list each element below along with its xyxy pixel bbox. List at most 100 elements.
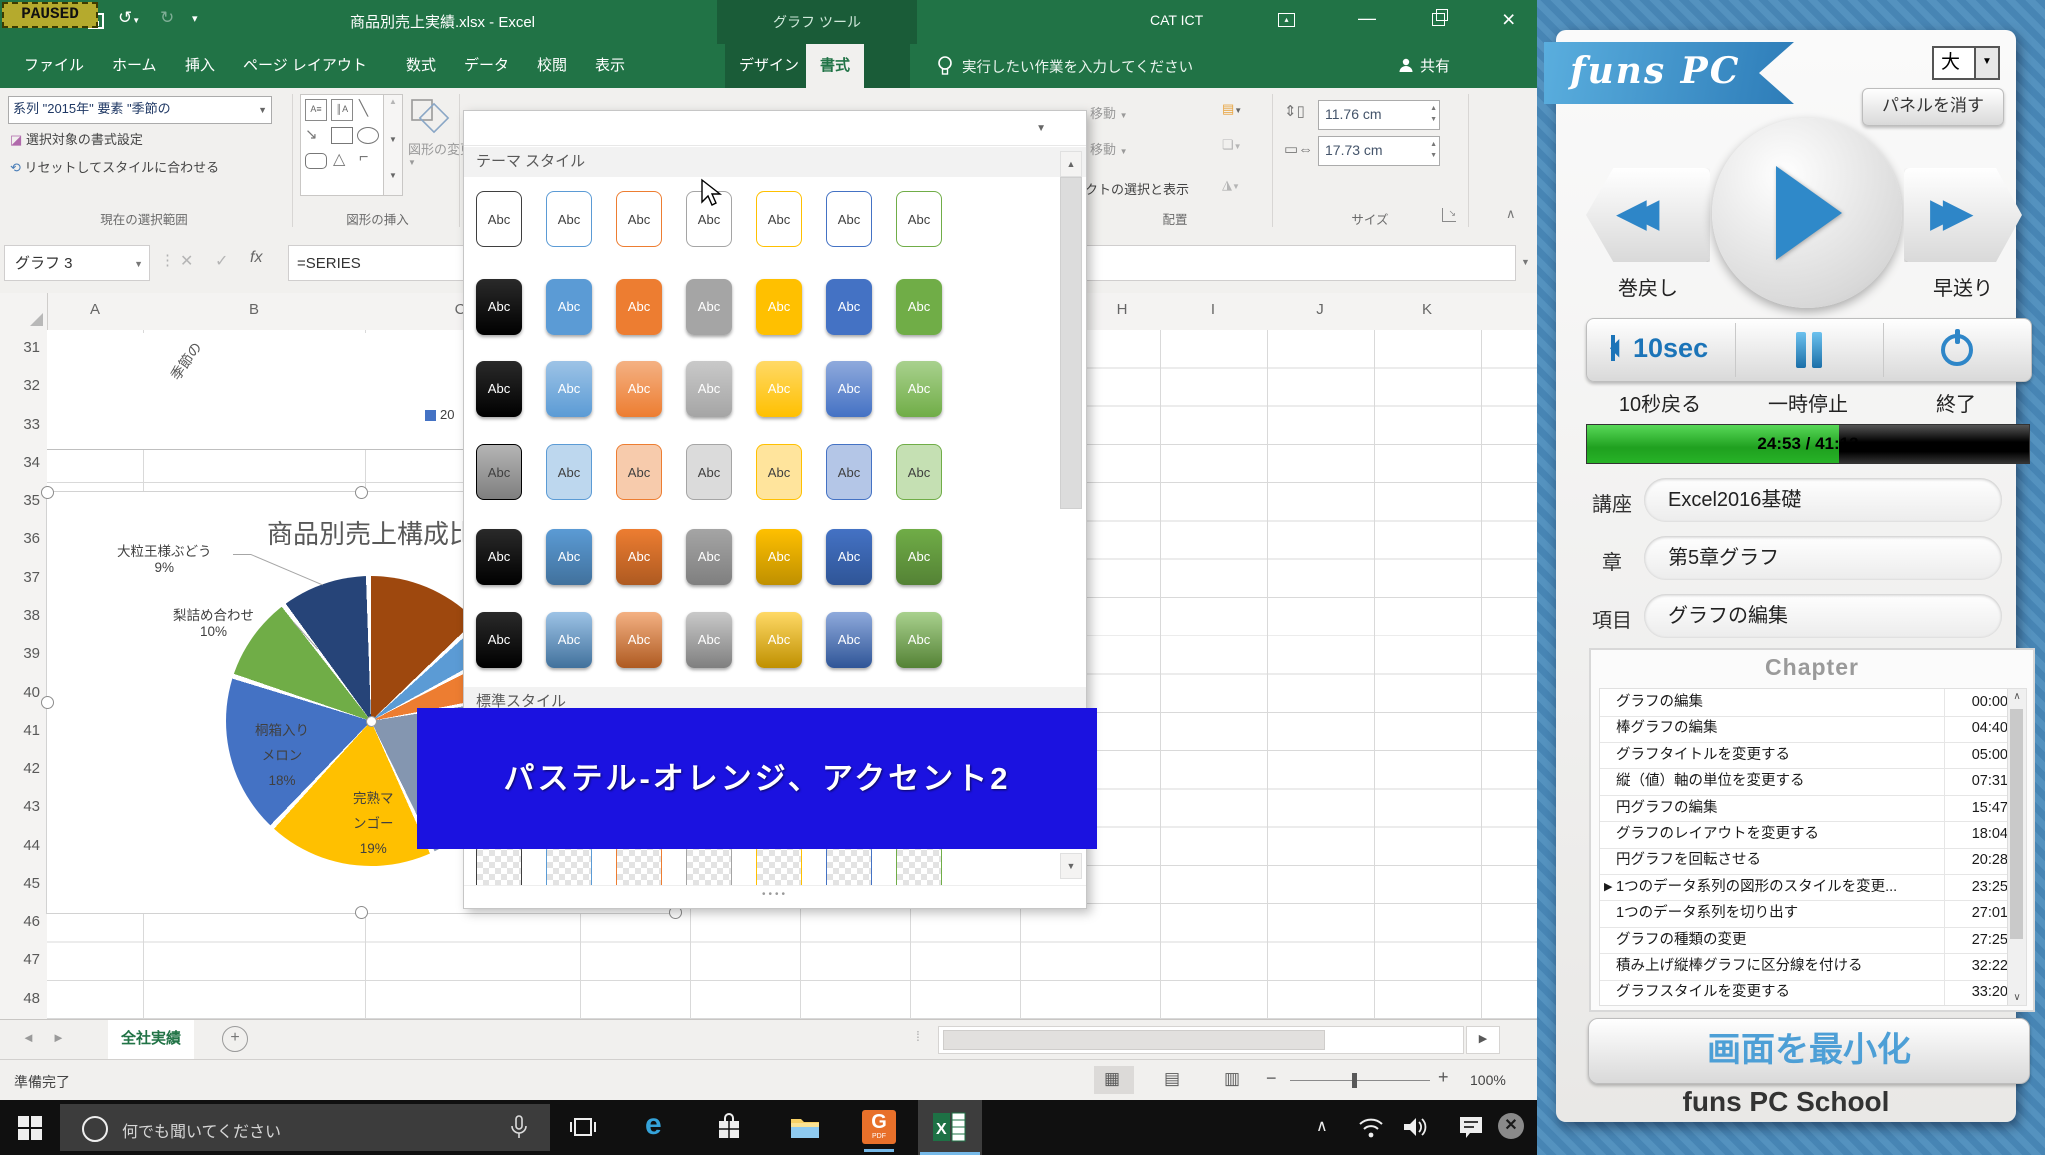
view-page-break-icon[interactable]: ▥: [1224, 1069, 1240, 1089]
hide-panel-button[interactable]: パネルを消す: [1862, 88, 2004, 126]
style-swatch-r2-c2[interactable]: Abc: [546, 279, 592, 335]
new-sheet-button[interactable]: +: [222, 1026, 248, 1052]
style-swatch-r1-c3[interactable]: Abc: [616, 191, 662, 247]
gallery-scroll-up[interactable]: ▲: [1060, 151, 1082, 177]
row-header-48[interactable]: 48: [0, 990, 40, 1007]
sheet-tab-active[interactable]: 全社実績: [108, 1020, 194, 1062]
cortana-search-box[interactable]: 何でも聞いてください: [60, 1104, 550, 1151]
name-box-dropdown-icon[interactable]: ▼: [134, 246, 143, 282]
style-swatch-r4-c2[interactable]: Abc: [546, 444, 592, 500]
chart-handle-topmid[interactable]: [355, 486, 368, 499]
insert-function-icon[interactable]: fx: [250, 249, 262, 267]
chapter-row-7[interactable]: ▶1つのデータ系列の図形のスタイルを変更...23:25: [1600, 874, 2016, 902]
chart-handle-topleft[interactable]: [41, 486, 54, 499]
pause-button[interactable]: [1735, 319, 1883, 381]
style-swatch-r3-c5[interactable]: Abc: [756, 361, 802, 417]
column-header-K[interactable]: K: [1422, 301, 1432, 318]
action-center-icon[interactable]: [1458, 1114, 1484, 1145]
chapter-row-2[interactable]: グラフタイトルを変更する05:00: [1600, 742, 2016, 770]
style-swatch-r2-c1[interactable]: Abc: [476, 279, 522, 335]
chapter-scroll-down-icon[interactable]: ∨: [2008, 992, 2026, 1003]
restore-button[interactable]: [1432, 13, 1445, 26]
style-swatch-r3-c1[interactable]: Abc: [476, 361, 522, 417]
tellme-box[interactable]: 実行したい作業を入力してください: [962, 56, 1193, 77]
tray-close-icon[interactable]: ✕: [1498, 1113, 1524, 1139]
chapter-row-10[interactable]: 積み上げ縦棒グラフに区分線を付ける32:22: [1600, 953, 2016, 981]
style-swatch-r4-c5[interactable]: Abc: [756, 444, 802, 500]
sheet-nav-right-icon[interactable]: ►: [52, 1030, 65, 1045]
column-header-I[interactable]: I: [1211, 301, 1215, 318]
row-header-35[interactable]: 35: [0, 492, 40, 509]
tab-5[interactable]: データ: [450, 44, 523, 88]
row-header-46[interactable]: 46: [0, 913, 40, 930]
style-swatch-r3-c2[interactable]: Abc: [546, 361, 592, 417]
chapter-scroll-thumb[interactable]: [2010, 709, 2023, 939]
chapter-row-3[interactable]: 縦（値）軸の単位を変更する07:31: [1600, 768, 2016, 796]
chapter-row-6[interactable]: 円グラフを回転させる20:28: [1600, 847, 2016, 875]
row-header-41[interactable]: 41: [0, 722, 40, 739]
style-swatch-r5-c2[interactable]: Abc: [546, 529, 592, 585]
style-swatch-r6-c4[interactable]: Abc: [686, 612, 732, 668]
column-header-J[interactable]: J: [1316, 301, 1324, 318]
minimize-screen-button[interactable]: 画面を最小化: [1588, 1018, 2030, 1084]
style-swatch-r1-c1[interactable]: Abc: [476, 191, 522, 247]
column-header-H[interactable]: H: [1117, 301, 1128, 318]
qat-customize-icon[interactable]: ▾: [192, 12, 198, 25]
chapter-row-4[interactable]: 円グラフの編集15:47: [1600, 795, 2016, 823]
edge-icon[interactable]: e: [645, 1108, 662, 1142]
chapter-row-1[interactable]: 棒グラフの編集04:40: [1600, 715, 2016, 743]
chapter-scrollbar[interactable]: ∧ ∨: [2007, 689, 2026, 1005]
row-header-47[interactable]: 47: [0, 951, 40, 968]
style-swatch-r4-c3[interactable]: Abc: [616, 444, 662, 500]
style-swatch-r2-c5[interactable]: Abc: [756, 279, 802, 335]
tab-2[interactable]: 挿入: [171, 44, 229, 88]
chart-handle-bottommid[interactable]: [355, 906, 368, 919]
horizontal-scrollbar[interactable]: [938, 1026, 1464, 1054]
zoom-percent[interactable]: 100%: [1470, 1072, 1506, 1088]
ribbon-display-options-icon[interactable]: ▴: [1278, 13, 1295, 27]
pdf-app-icon[interactable]: GPDF: [862, 1110, 896, 1144]
size-dialog-launcher[interactable]: ↘: [1442, 208, 1456, 222]
hscroll-thumb[interactable]: [943, 1030, 1325, 1050]
excel-taskbar-active[interactable]: X: [918, 1100, 982, 1155]
file-explorer-icon[interactable]: [790, 1115, 820, 1144]
tab-4[interactable]: 数式: [392, 44, 450, 88]
style-swatch-r4-c6[interactable]: Abc: [826, 444, 872, 500]
style-swatch-r2-c6[interactable]: Abc: [826, 279, 872, 335]
style-swatch-r2-c4[interactable]: Abc: [686, 279, 732, 335]
style-swatch-r2-c3[interactable]: Abc: [616, 279, 662, 335]
zoom-slider-track[interactable]: [1290, 1080, 1430, 1081]
name-box[interactable]: グラフ 3 ▼: [4, 245, 150, 281]
column-header-B[interactable]: B: [249, 301, 259, 318]
start-button[interactable]: [18, 1116, 42, 1145]
rewind-button[interactable]: ◀◀: [1586, 168, 1710, 262]
zoom-slider-handle[interactable]: [1352, 1073, 1357, 1088]
tab-7[interactable]: 表示: [581, 44, 639, 88]
gallery-more-icon[interactable]: ▼: [1036, 123, 1046, 134]
style-swatch-r2-c7[interactable]: Abc: [896, 279, 942, 335]
share-button[interactable]: 共有: [1420, 55, 1450, 76]
row-header-32[interactable]: 32: [0, 377, 40, 394]
zoom-out-icon[interactable]: −: [1266, 1068, 1277, 1089]
zoom-in-icon[interactable]: +: [1438, 1067, 1449, 1088]
chapter-row-11[interactable]: グラフスタイルを変更する33:20: [1600, 979, 2016, 1006]
chapter-row-9[interactable]: グラフの種類の変更27:25: [1600, 927, 2016, 955]
tab-design[interactable]: デザイン: [725, 44, 813, 88]
task-view-icon[interactable]: [570, 1114, 596, 1145]
style-swatch-r6-c7[interactable]: Abc: [896, 612, 942, 668]
progress-bar[interactable]: 24:53 / 41:13: [1586, 424, 2030, 464]
hscroll-right-arrow[interactable]: ▶: [1466, 1026, 1500, 1054]
tab-format[interactable]: 書式: [806, 44, 864, 88]
chapter-row-8[interactable]: 1つのデータ系列を切り出す27:01: [1600, 900, 2016, 928]
mic-icon[interactable]: [508, 1114, 530, 1147]
style-swatch-r1-c6[interactable]: Abc: [826, 191, 872, 247]
chapter-row-0[interactable]: グラフの編集00:00: [1600, 689, 2016, 717]
fast-forward-button[interactable]: ▶▶: [1904, 168, 2022, 262]
store-icon[interactable]: [716, 1113, 742, 1146]
play-button[interactable]: [1712, 118, 1902, 308]
style-swatch-r5-c5[interactable]: Abc: [756, 529, 802, 585]
tab-6[interactable]: 校閲: [523, 44, 581, 88]
tab-3[interactable]: ページ レイアウト: [229, 44, 381, 88]
row-header-39[interactable]: 39: [0, 645, 40, 662]
tab-splitter-dots[interactable]: ⁞: [916, 1028, 920, 1044]
